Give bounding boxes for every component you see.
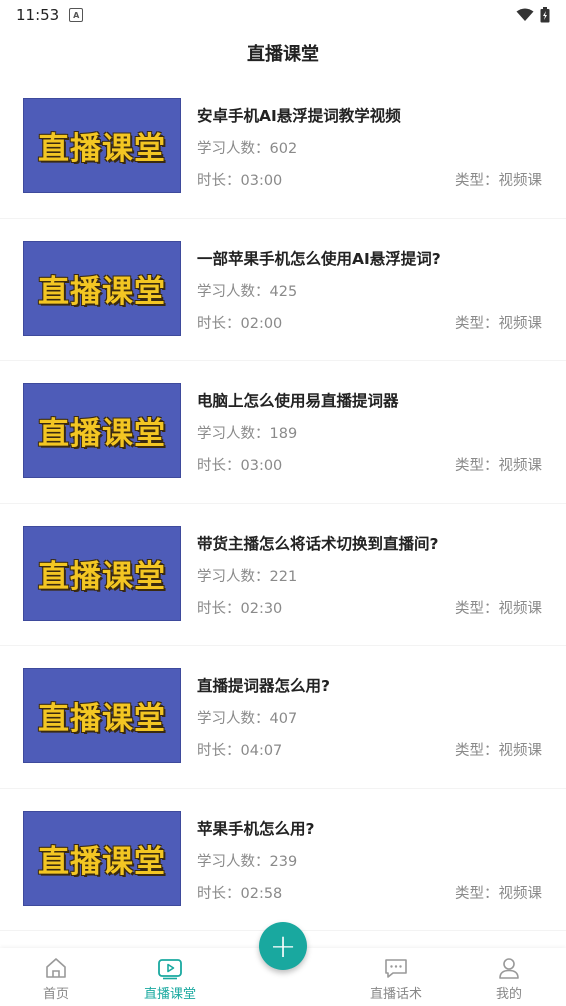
course-duration: 时长：02:30: [197, 600, 283, 617]
course-title[interactable]: 直播提词器怎么用?: [197, 674, 330, 696]
course-learners: 学习人数：407: [197, 711, 298, 727]
course-thumbnail[interactable]: 直播课堂: [23, 240, 181, 336]
course-learners: 学习人数：239: [197, 853, 298, 870]
course-learners: 学习人数：602: [197, 141, 298, 157]
status-bar: 11:53 A: [0, 0, 566, 30]
page-title: 直播课堂: [247, 44, 319, 65]
course-item[interactable]: 直播课堂 直播提词器怎么用? 学习人数：407 时长：04:07 类型：视频课: [0, 646, 566, 789]
course-type: 类型：视频课: [455, 743, 542, 759]
course-learners: 学习人数：189: [197, 426, 298, 442]
course-thumbnail[interactable]: 直播课堂: [23, 668, 181, 763]
course-title[interactable]: 安卓手机AI悬浮提词教学视频: [197, 104, 401, 126]
add-button[interactable]: +: [259, 922, 307, 970]
course-item[interactable]: 直播课堂 一部苹果手机怎么使用AI悬浮提词? 学习人数：425 时长：02:00…: [0, 219, 566, 361]
thumbnail-text: 直播课堂: [38, 701, 166, 737]
tab-label: 直播话术: [369, 987, 422, 1002]
thumbnail-text: 直播课堂: [38, 558, 166, 595]
course-duration: 时长：04:07: [197, 743, 283, 759]
course-item[interactable]: 直播课堂 电脑上怎么使用易直播提词器 学习人数：189 时长：03:00 类型：…: [0, 361, 566, 504]
tab-label: 我的: [495, 987, 522, 1002]
course-type: 类型：视频课: [455, 885, 542, 902]
chat-icon: [385, 959, 407, 978]
tab-home[interactable]: 首页: [11, 956, 101, 1002]
tab-live-script[interactable]: 直播话术: [351, 956, 441, 1002]
video-play-icon: [158, 959, 182, 980]
tab-label: 首页: [42, 987, 69, 1002]
tab-live-class[interactable]: 直播课堂: [125, 956, 215, 1002]
user-icon: [499, 958, 519, 979]
course-item[interactable]: 直播课堂 带货主播怎么将话术切换到直播间? 学习人数：221 时长：02:30 …: [0, 504, 566, 646]
thumbnail-text: 直播课堂: [38, 416, 166, 452]
wifi-icon: [516, 8, 534, 21]
course-title[interactable]: 一部苹果手机怎么使用AI悬浮提词?: [197, 247, 441, 269]
course-learners: 学习人数：425: [197, 283, 298, 300]
course-title[interactable]: 苹果手机怎么用?: [197, 817, 315, 839]
battery-icon: [540, 7, 550, 23]
course-title[interactable]: 电脑上怎么使用易直播提词器: [197, 389, 399, 411]
home-icon: [46, 958, 66, 978]
course-type: 类型：视频课: [455, 458, 542, 474]
course-duration: 时长：03:00: [197, 173, 283, 189]
notification-icon: A: [69, 8, 84, 22]
course-thumbnail[interactable]: 直播课堂: [23, 98, 181, 193]
thumbnail-text: 直播课堂: [38, 131, 166, 167]
tab-label: 直播课堂: [143, 987, 196, 1002]
course-duration: 时长：02:00: [197, 315, 283, 332]
course-type: 类型：视频课: [455, 600, 542, 617]
tab-mine[interactable]: 我的: [464, 956, 554, 1002]
course-duration: 时长：02:58: [197, 885, 283, 902]
course-type: 类型：视频课: [455, 315, 542, 332]
thumbnail-text: 直播课堂: [38, 843, 166, 880]
course-title[interactable]: 带货主播怎么将话术切换到直播间?: [197, 532, 439, 554]
course-thumbnail[interactable]: 直播课堂: [23, 525, 181, 621]
course-learners: 学习人数：221: [197, 568, 298, 585]
course-type: 类型：视频课: [455, 173, 542, 189]
course-item[interactable]: 直播课堂 安卓手机AI悬浮提词教学视频 学习人数：602 时长：03:00 类型…: [0, 76, 566, 219]
course-item[interactable]: 直播课堂 苹果手机怎么用? 学习人数：239 时长：02:58 类型：视频课: [0, 789, 566, 931]
thumbnail-text: 直播课堂: [38, 273, 166, 310]
course-duration: 时长：03:00: [197, 458, 283, 474]
course-thumbnail[interactable]: 直播课堂: [23, 383, 181, 478]
status-time: 11:53: [16, 6, 60, 24]
course-thumbnail[interactable]: 直播课堂: [23, 810, 181, 906]
course-list: 直播课堂 安卓手机AI悬浮提词教学视频 学习人数：602 时长：03:00 类型…: [0, 76, 566, 931]
